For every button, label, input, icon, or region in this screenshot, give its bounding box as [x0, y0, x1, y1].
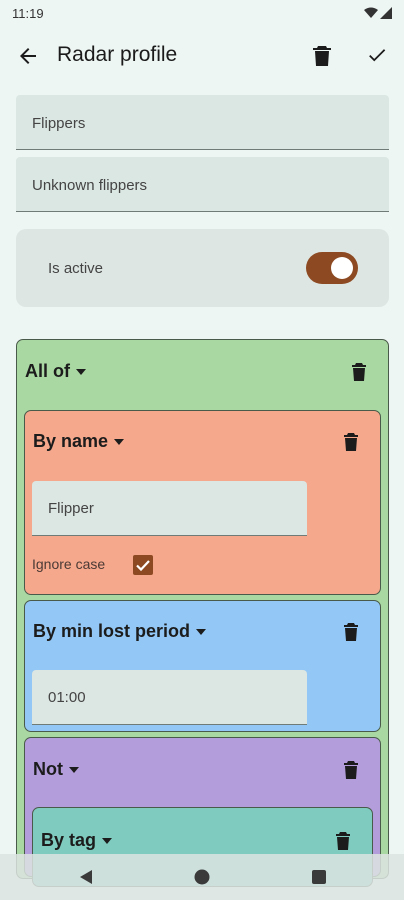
not-title: Not: [33, 759, 63, 779]
nav-home-icon[interactable]: [194, 869, 210, 885]
nav-back-icon[interactable]: [78, 869, 94, 885]
by-tag-title: By tag: [41, 830, 97, 850]
status-bar: 11:19: [0, 0, 404, 26]
by-min-lost-period-dropdown[interactable]: By min lost period: [33, 621, 207, 642]
ignore-case-label: Ignore case: [32, 556, 106, 572]
caret-down-icon: [102, 837, 113, 844]
caret-down-icon: [76, 368, 86, 375]
system-nav-bar: [0, 854, 404, 900]
by-name-value: Flipper: [48, 500, 94, 517]
is-active-card: Is active: [16, 229, 389, 307]
ignore-case-checkbox[interactable]: [133, 555, 153, 575]
profile-description-value: Unknown flippers: [32, 177, 148, 194]
toggle-knob: [331, 257, 353, 279]
is-active-toggle[interactable]: [306, 252, 358, 284]
caret-down-icon: [114, 438, 125, 445]
trash-icon[interactable]: [312, 44, 332, 68]
status-icons: [364, 7, 392, 19]
trash-icon[interactable]: [335, 831, 351, 851]
app-bar: Radar profile: [0, 30, 404, 82]
caret-down-icon: [196, 628, 207, 635]
caret-down-icon: [69, 766, 79, 773]
not-dropdown[interactable]: Not: [33, 759, 79, 780]
min-lost-period-input[interactable]: 01:00: [32, 670, 307, 725]
trash-icon[interactable]: [343, 432, 359, 452]
is-active-label: Is active: [48, 260, 104, 277]
check-icon: [136, 560, 150, 572]
by-tag-dropdown[interactable]: By tag: [41, 830, 113, 851]
trash-icon[interactable]: [351, 362, 367, 382]
status-time: 11:19: [12, 5, 44, 21]
page-title: Radar profile: [57, 43, 178, 66]
profile-name-value: Flippers: [32, 115, 86, 132]
wifi-icon: [364, 7, 378, 18]
all-of-dropdown[interactable]: All of: [25, 361, 86, 382]
signal-icon: [380, 7, 392, 19]
nav-recents-icon[interactable]: [311, 869, 327, 885]
by-name-title: By name: [33, 431, 109, 451]
trash-icon[interactable]: [343, 622, 359, 642]
by-name-dropdown[interactable]: By name: [33, 431, 125, 452]
arrow-left-icon[interactable]: [16, 44, 40, 68]
trash-icon[interactable]: [343, 760, 359, 780]
all-of-title: All of: [25, 361, 70, 381]
profile-name-field[interactable]: Flippers: [16, 95, 389, 150]
by-min-lost-period-title: By min lost period: [33, 621, 191, 641]
profile-description-field[interactable]: Unknown flippers: [16, 157, 389, 212]
check-icon[interactable]: [366, 44, 388, 66]
by-name-input[interactable]: Flipper: [32, 481, 307, 536]
min-lost-period-value: 01:00: [48, 689, 86, 706]
